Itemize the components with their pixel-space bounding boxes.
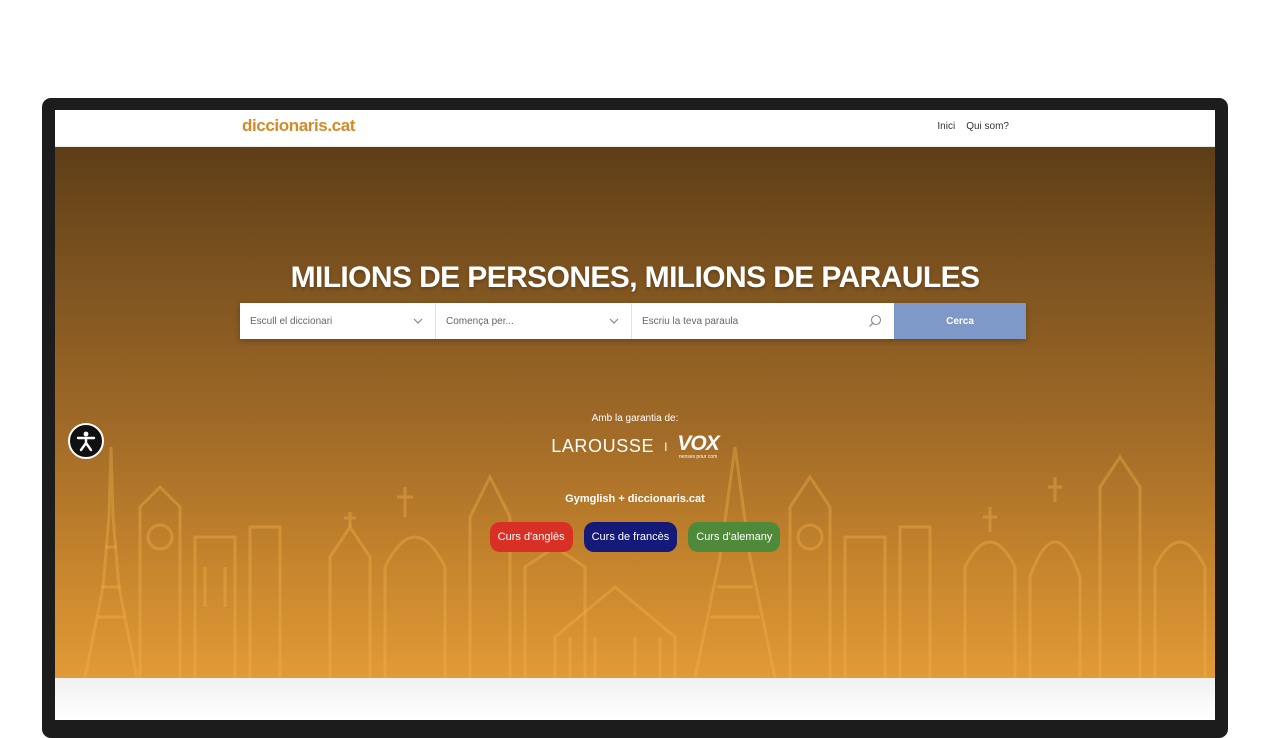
search-button[interactable]: Cerca xyxy=(894,303,1026,339)
hero-section: MILIONS DE PERSONES, MILIONS DE PARAULES… xyxy=(55,147,1215,678)
content-area xyxy=(55,678,1215,720)
guarantee-label: Amb la garantia de: xyxy=(591,413,679,424)
vox-wordmark: VOX xyxy=(677,432,719,455)
main-nav: Inici Qui som? xyxy=(937,121,1009,132)
starts-with-select[interactable]: Comença per... xyxy=(436,303,632,339)
larousse-logo: LAROUSSE xyxy=(551,436,655,456)
site-logo[interactable]: diccionaris.cat xyxy=(242,116,355,136)
partner-brands: LAROUSSE I VOX nenses pour com xyxy=(55,433,1215,460)
course-german-button[interactable]: Curs d'alemany xyxy=(688,522,781,552)
starts-with-select-label: Comença per... xyxy=(446,315,514,327)
brand-separator: I xyxy=(664,439,668,454)
word-search-input[interactable]: Escriu la teva paraula xyxy=(632,303,894,339)
vox-logo: VOX nenses pour com xyxy=(677,432,719,460)
chevron-down-icon xyxy=(609,318,619,324)
browser-viewport: diccionaris.cat Inici Qui som? MILIONS D… xyxy=(55,110,1215,720)
course-french-button[interactable]: Curs de francès xyxy=(583,522,678,552)
course-english-button[interactable]: Curs d'anglès xyxy=(489,522,573,552)
word-search-placeholder: Escriu la teva paraula xyxy=(642,315,739,327)
nav-link-inici[interactable]: Inici xyxy=(937,121,955,132)
vox-tagline: nenses pour com xyxy=(678,454,718,460)
accessibility-icon xyxy=(76,431,96,452)
dictionary-select[interactable]: Escull el diccionari xyxy=(240,303,436,339)
dictionary-select-label: Escull el diccionari xyxy=(250,315,333,327)
hero-headline: MILIONS DE PERSONES, MILIONS DE PARAULES xyxy=(290,261,980,294)
course-buttons: Curs d'anglès Curs de francès Curs d'ale… xyxy=(55,522,1215,552)
nav-link-qui-som[interactable]: Qui som? xyxy=(966,121,1009,132)
chevron-down-icon xyxy=(413,318,423,324)
site-header: diccionaris.cat Inici Qui som? xyxy=(55,110,1215,147)
partner-label: Gymglish + diccionaris.cat xyxy=(565,493,705,505)
search-bar: Escull el diccionari Comença per... Escr… xyxy=(240,303,1026,339)
search-icon[interactable] xyxy=(868,314,882,328)
accessibility-button[interactable] xyxy=(68,423,104,459)
